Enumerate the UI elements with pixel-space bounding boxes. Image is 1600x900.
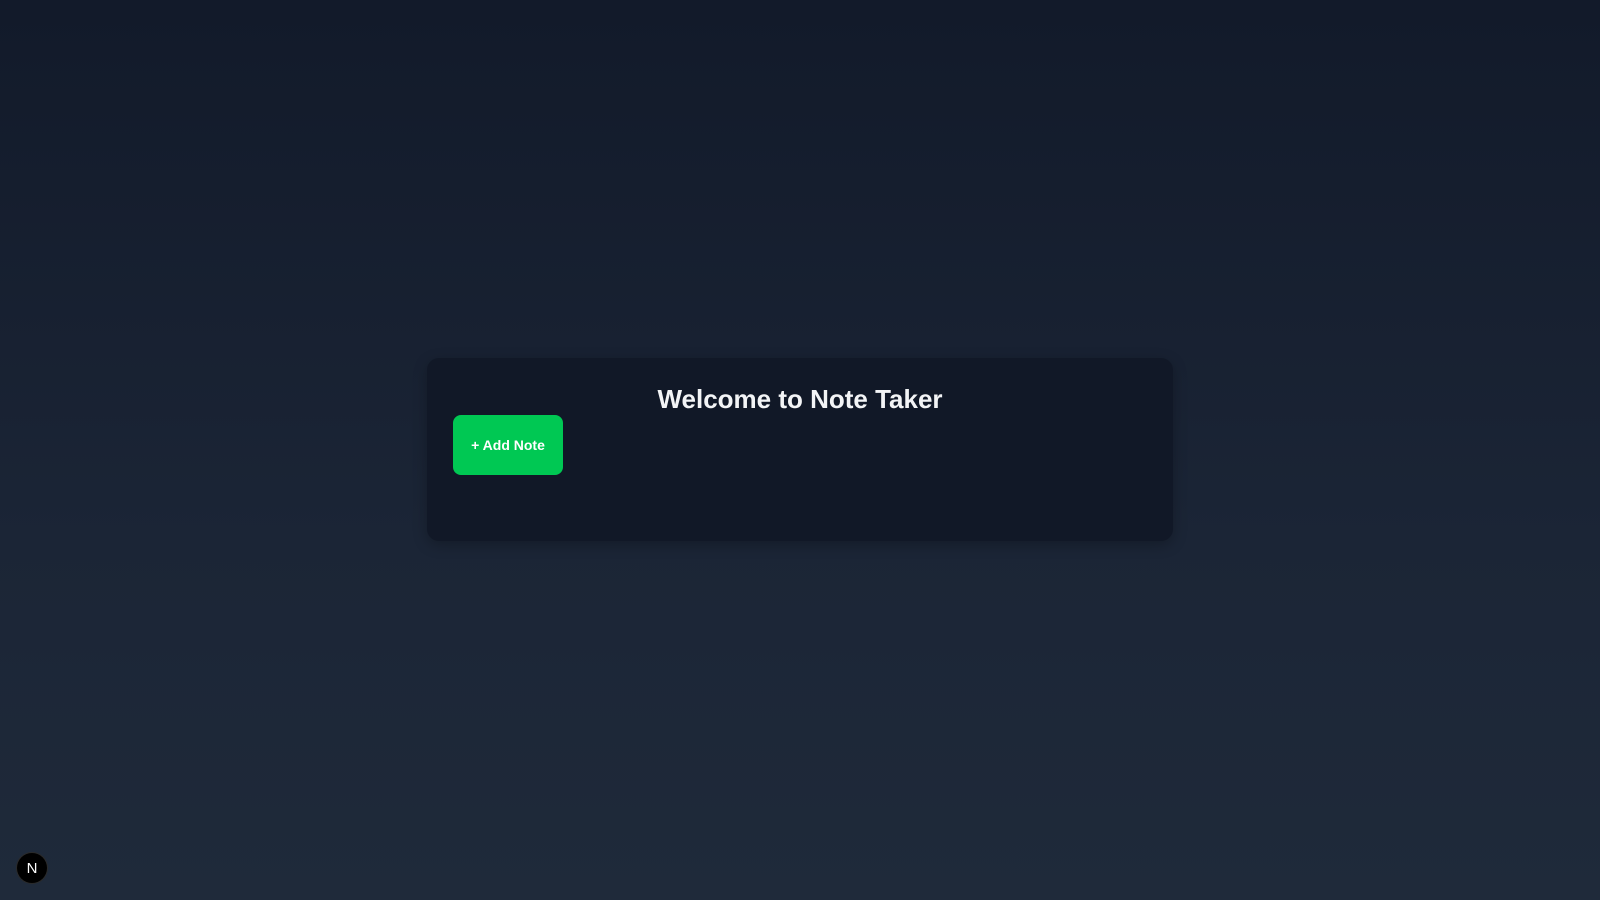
badge-letter: N xyxy=(26,859,38,877)
page-title: Welcome to Note Taker xyxy=(657,384,943,414)
add-note-button[interactable]: + Add Note xyxy=(453,415,563,475)
notes-card: Welcome to Note Taker + Add Note xyxy=(427,358,1173,541)
nextjs-logo-icon[interactable]: N xyxy=(17,853,47,883)
